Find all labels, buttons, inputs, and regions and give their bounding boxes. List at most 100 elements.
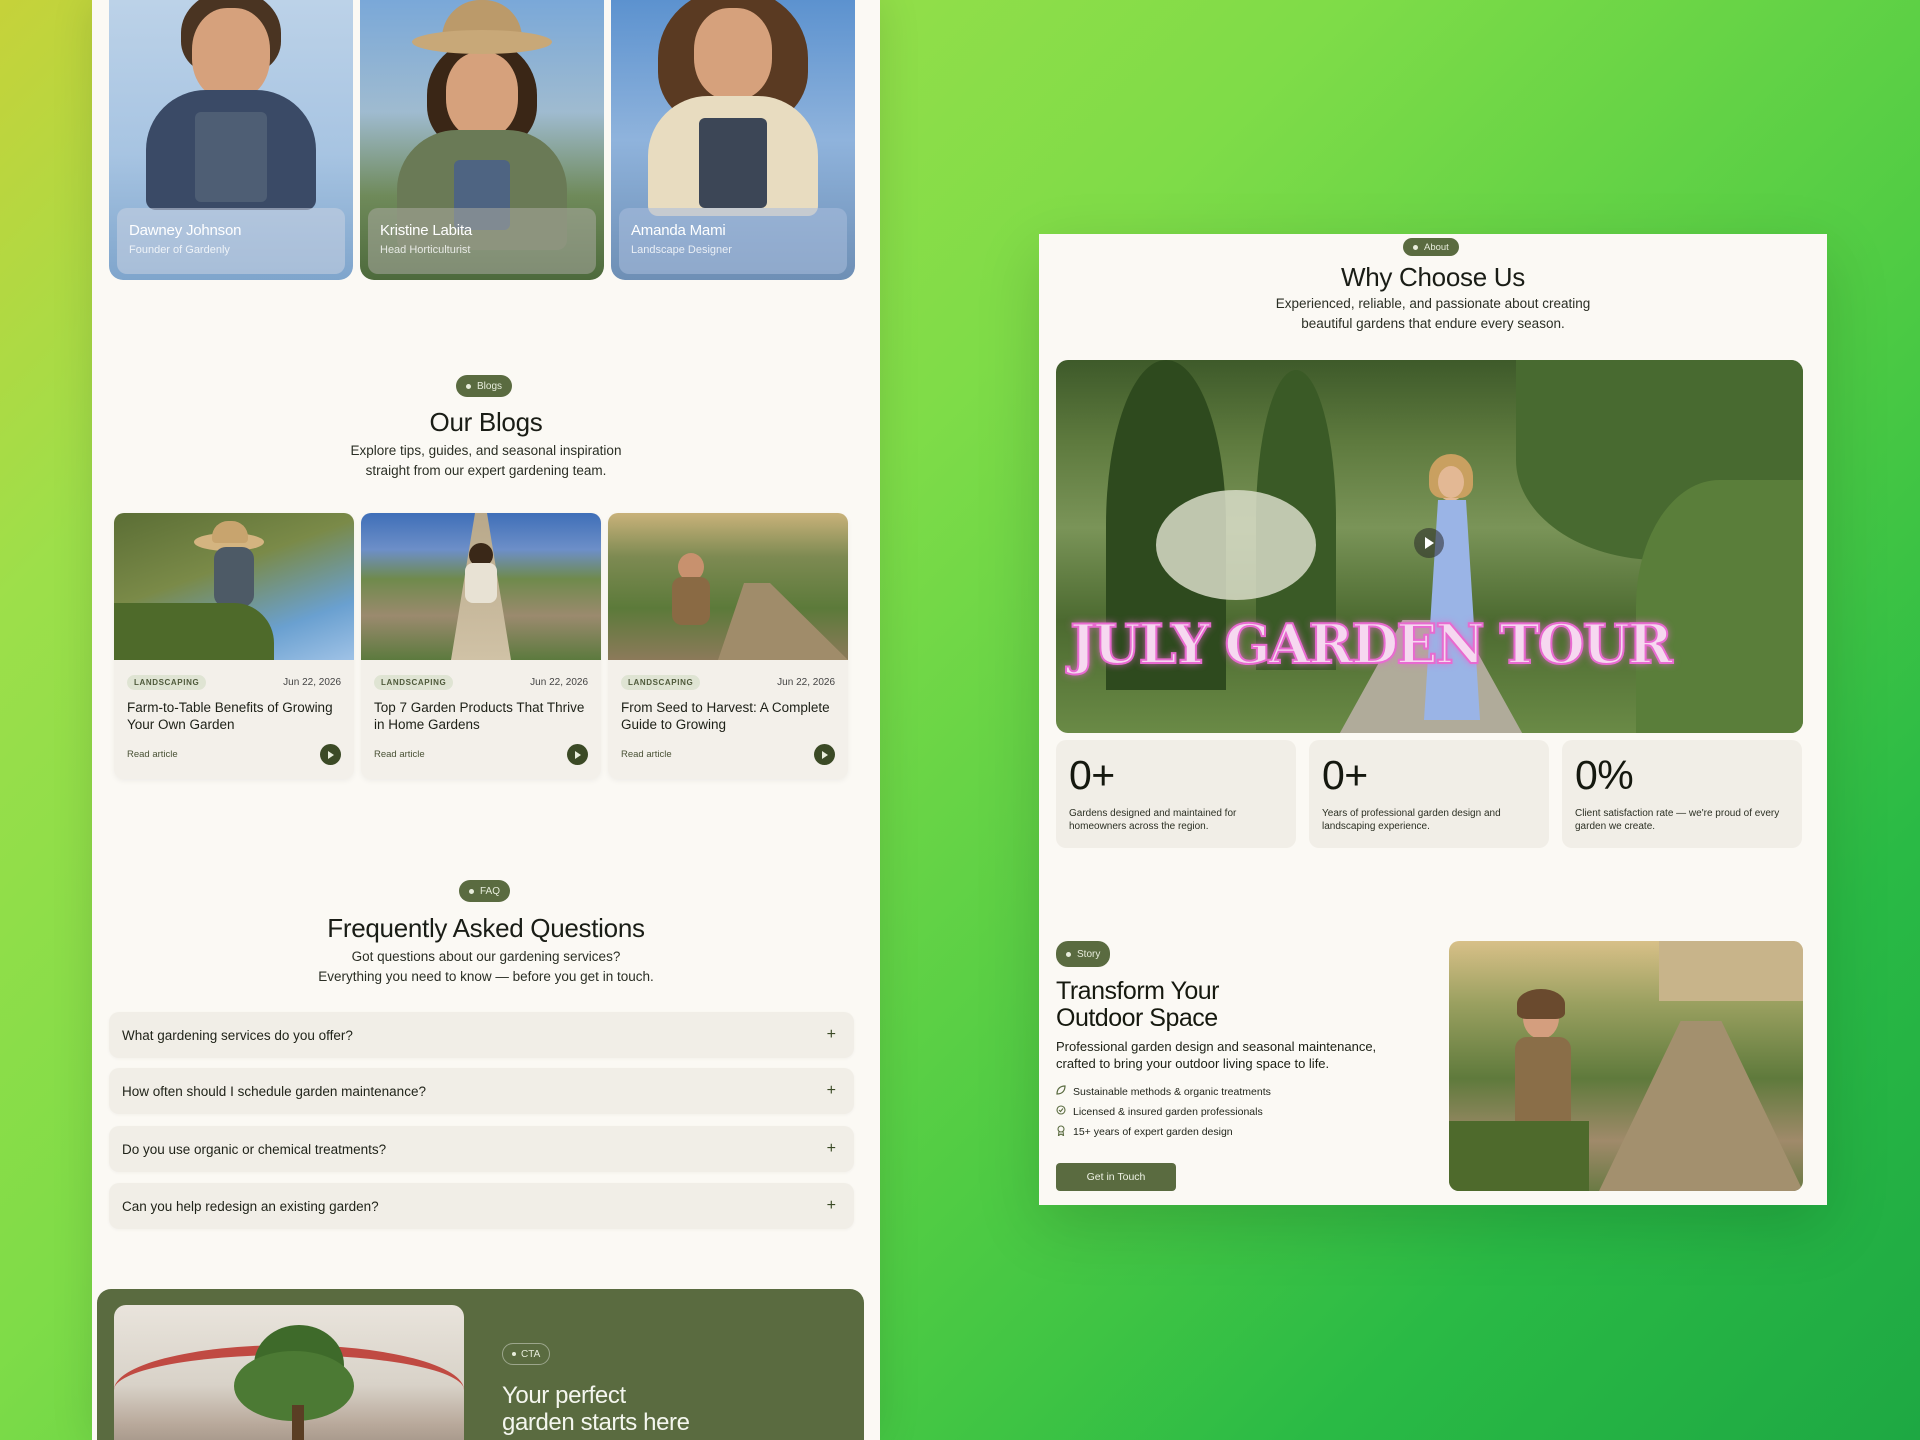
member-role: Landscape Designer [631,244,732,256]
stat-description: Years of professional garden design and … [1322,808,1501,832]
member-role: Founder of Gardenly [129,244,230,256]
feature-point: Licensed & insured garden professionals [1056,1105,1263,1118]
plus-icon[interactable]: + [827,1082,836,1100]
stat-value: 0+ [1322,752,1368,798]
feature-text: Sustainable methods & organic treatments [1073,1085,1271,1098]
feature-text: Licensed & insured garden professionals [1073,1105,1263,1118]
dot-icon [1413,244,1418,250]
stat-description: Gardens designed and maintained for home… [1069,808,1237,832]
blog-image [114,513,354,660]
member-name: Amanda Mami [631,222,726,239]
blog-image [361,513,601,660]
subtitle-line: Got questions about our gardening servic… [351,949,621,964]
pill-label: Story [1077,948,1101,960]
plus-icon[interactable]: + [827,1026,836,1044]
pill-label: Blogs [477,380,503,392]
faq-question: Do you use organic or chemical treatment… [122,1141,387,1157]
video-caption: JULY GARDEN TOUR [1069,611,1674,677]
get-in-touch-button[interactable]: Get in Touch [1056,1163,1176,1191]
story-title-line: Transform Your [1056,977,1219,1005]
faq-item[interactable]: Do you use organic or chemical treatment… [109,1126,854,1172]
faq-item[interactable]: How often should I schedule garden maint… [109,1068,854,1114]
cta-image [114,1305,464,1440]
category-tag: LANDSCAPING [374,675,454,690]
subtitle-line: straight from our expert gardening team. [365,463,607,478]
section-subtitle-blogs: Explore tips, guides, and seasonal inspi… [92,441,880,481]
section-subtitle-faq: Got questions about our gardening servic… [92,947,880,987]
left-page: Dawney Johnson Founder of Gardenly Krist… [92,0,880,1440]
section-title-about: Why Choose Us [1341,262,1525,292]
story-title: Transform Your Outdoor Space [1056,978,1219,1032]
person-photo [382,0,582,250]
cta-title-line: garden starts here [502,1409,690,1436]
feature-text: 15+ years of expert garden design [1073,1126,1233,1138]
post-date: Jun 22, 2026 [530,677,588,688]
post-date: Jun 22, 2026 [777,677,835,688]
feature-point: Sustainable methods & organic treatments [1056,1085,1271,1098]
name-plate: Kristine Labita Head Horticulturist [368,208,596,274]
dot-icon [466,383,471,389]
dot-icon [512,1352,516,1356]
story-title-line: Outdoor Space [1056,1004,1218,1032]
cta-title: Your perfect garden starts here [502,1382,690,1436]
section-pill-faq: FAQ [459,880,511,902]
play-button[interactable] [1414,528,1444,558]
member-name: Kristine Labita [380,222,473,239]
blog-title[interactable]: From Seed to Harvest: A Complete Guide t… [621,699,835,733]
pill-label: FAQ [480,885,501,897]
play-icon [1425,537,1434,549]
cta-section: CTA Your perfect garden starts here [97,1289,864,1440]
leaf-icon [1056,1085,1066,1098]
category-tag: LANDSCAPING [621,675,701,690]
blog-meta: LANDSCAPING Jun 22, 2026 [374,675,588,690]
garden-tour-video[interactable]: JULY GARDEN TOUR [1056,360,1803,733]
feature-point: 15+ years of expert garden design [1056,1125,1233,1139]
person-photo [623,0,843,230]
stat-description: Client satisfaction rate — we're proud o… [1575,808,1780,832]
pill-label: About [1424,241,1449,253]
stat-card: 0+ Years of professional garden design a… [1309,740,1549,848]
team-card[interactable]: Amanda Mami Landscape Designer [611,0,855,280]
member-role: Head Horticulturist [380,244,471,256]
blog-image [608,513,848,660]
read-article-link[interactable]: Read article [621,749,672,760]
section-pill-story: Story [1056,941,1111,967]
arrow-right-icon[interactable] [814,744,835,765]
read-article-link[interactable]: Read article [127,749,178,760]
subtitle-line: Experienced, reliable, and passionate ab… [1275,296,1591,311]
blog-footer: Read article [621,744,835,765]
blog-card[interactable]: LANDSCAPING Jun 22, 2026 From Seed to Ha… [608,513,848,779]
section-title-blogs: Our Blogs [429,407,543,437]
right-page: About Why Choose Us Experienced, reliabl… [1039,234,1827,1205]
plus-icon[interactable]: + [827,1197,836,1215]
subtitle-line: Explore tips, guides, and seasonal inspi… [350,443,622,458]
subtitle-line: Everything you need to know — before you… [318,969,654,984]
blog-footer: Read article [374,744,588,765]
faq-item[interactable]: What gardening services do you offer? + [109,1012,854,1058]
category-tag: LANDSCAPING [127,675,207,690]
team-card[interactable]: Dawney Johnson Founder of Gardenly [109,0,353,280]
arrow-right-icon[interactable] [567,744,588,765]
post-date: Jun 22, 2026 [283,677,341,688]
faq-question: Can you help redesign an existing garden… [122,1198,379,1214]
stat-card: 0+ Gardens designed and maintained for h… [1056,740,1296,848]
blog-meta: LANDSCAPING Jun 22, 2026 [127,675,341,690]
blog-card[interactable]: LANDSCAPING Jun 22, 2026 Farm-to-Table B… [114,513,354,779]
award-icon [1056,1125,1066,1139]
story-description: Professional garden design and seasonal … [1056,1039,1377,1071]
blog-footer: Read article [127,744,341,765]
faq-question: What gardening services do you offer? [122,1027,353,1043]
section-title-faq: Frequently Asked Questions [327,913,645,943]
member-name: Dawney Johnson [129,222,242,239]
blog-title[interactable]: Farm-to-Table Benefits of Growing Your O… [127,699,341,733]
read-article-link[interactable]: Read article [374,749,425,760]
cta-title-line: Your perfect [502,1382,626,1409]
team-card[interactable]: Kristine Labita Head Horticulturist [360,0,604,280]
blog-card[interactable]: LANDSCAPING Jun 22, 2026 Top 7 Garden Pr… [361,513,601,779]
faq-item[interactable]: Can you help redesign an existing garden… [109,1183,854,1229]
name-plate: Dawney Johnson Founder of Gardenly [117,208,345,274]
arrow-right-icon[interactable] [320,744,341,765]
blog-meta: LANDSCAPING Jun 22, 2026 [621,675,835,690]
plus-icon[interactable]: + [827,1140,836,1158]
blog-title[interactable]: Top 7 Garden Products That Thrive in Hom… [374,699,588,733]
